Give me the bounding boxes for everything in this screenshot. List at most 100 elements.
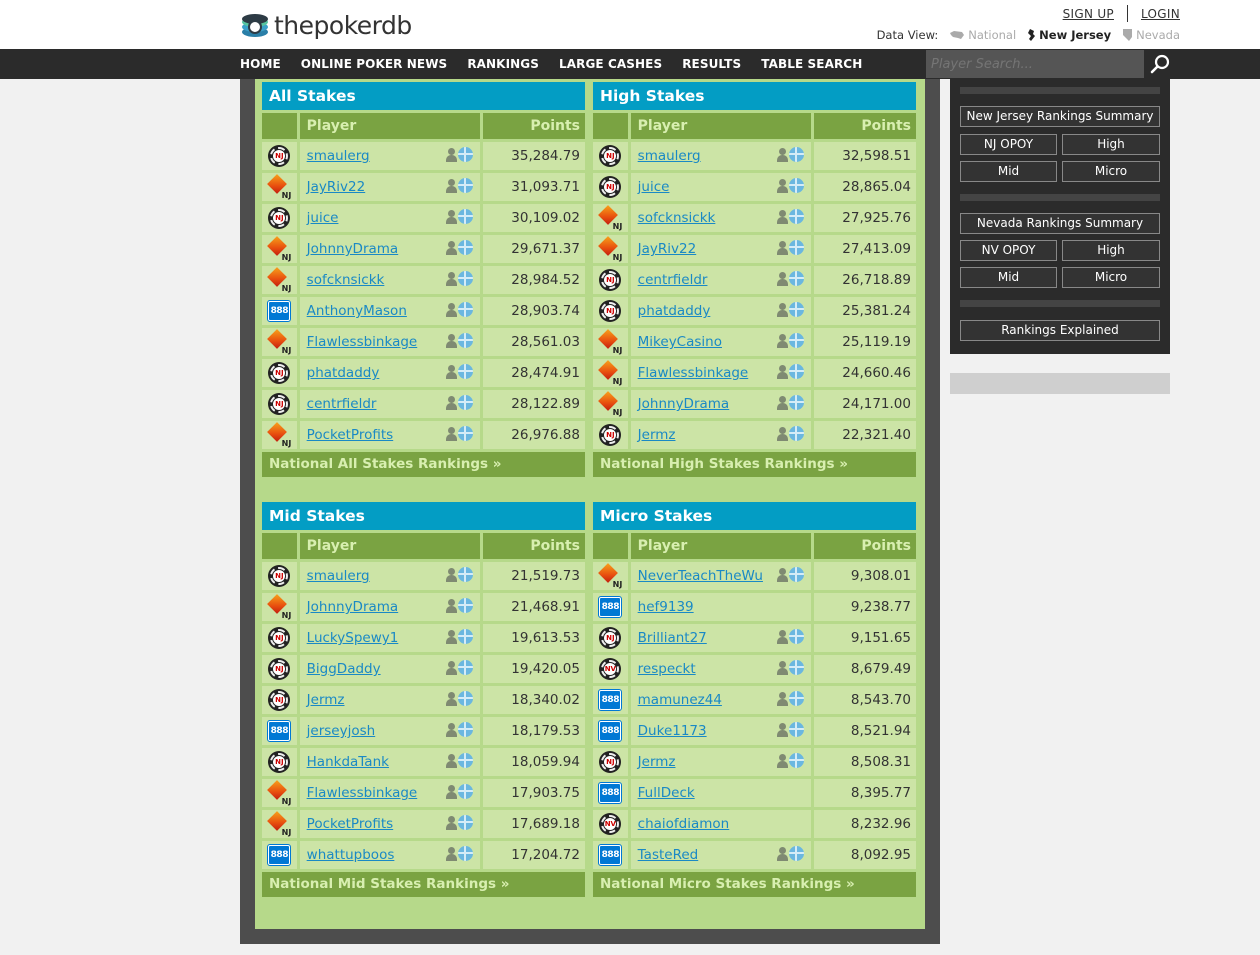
nav-online-poker-news[interactable]: ONLINE POKER NEWS	[301, 57, 448, 71]
player-link[interactable]: LuckySpewy1	[307, 630, 399, 646]
player-network-globe-icon[interactable]	[788, 426, 804, 441]
player-profile-icon[interactable]	[445, 209, 457, 224]
player-profile-icon[interactable]	[776, 846, 788, 861]
player-profile-icon[interactable]	[445, 691, 457, 706]
player-profile-icon[interactable]	[445, 629, 457, 644]
player-network-globe-icon[interactable]	[457, 240, 473, 255]
player-profile-icon[interactable]	[776, 691, 788, 706]
player-network-globe-icon[interactable]	[788, 333, 804, 348]
nv-high-button[interactable]: High	[1062, 240, 1160, 261]
player-link[interactable]: smaulerg	[638, 148, 701, 164]
player-network-globe-icon[interactable]	[457, 395, 473, 410]
player-link[interactable]: sofcknsickk	[638, 210, 716, 226]
data-view-national[interactable]: National	[950, 28, 1016, 42]
player-link[interactable]: TasteRed	[638, 847, 699, 863]
player-network-globe-icon[interactable]	[457, 722, 473, 737]
player-profile-icon[interactable]	[445, 364, 457, 379]
player-network-globe-icon[interactable]	[457, 302, 473, 317]
player-network-globe-icon[interactable]	[788, 691, 804, 706]
player-network-globe-icon[interactable]	[457, 784, 473, 799]
nav-rankings[interactable]: RANKINGS	[467, 57, 539, 71]
player-link[interactable]: JayRiv22	[307, 179, 366, 195]
player-profile-icon[interactable]	[776, 364, 788, 379]
player-profile-icon[interactable]	[445, 147, 457, 162]
player-search-input[interactable]	[926, 50, 1144, 78]
player-network-globe-icon[interactable]	[457, 426, 473, 441]
player-network-globe-icon[interactable]	[457, 567, 473, 582]
nv-rankings-summary-button[interactable]: Nevada Rankings Summary	[960, 213, 1160, 234]
player-network-globe-icon[interactable]	[788, 846, 804, 861]
player-link[interactable]: whattupboos	[307, 847, 395, 863]
nv-micro-button[interactable]: Micro	[1062, 267, 1160, 288]
player-profile-icon[interactable]	[776, 333, 788, 348]
player-network-globe-icon[interactable]	[457, 753, 473, 768]
player-profile-icon[interactable]	[776, 722, 788, 737]
player-network-globe-icon[interactable]	[788, 178, 804, 193]
player-link[interactable]: phatdaddy	[307, 365, 380, 381]
nv-opoy-button[interactable]: NV OPOY	[960, 240, 1057, 261]
player-network-globe-icon[interactable]	[788, 753, 804, 768]
player-network-globe-icon[interactable]	[457, 364, 473, 379]
player-link[interactable]: sofcknsickk	[307, 272, 385, 288]
player-profile-icon[interactable]	[776, 271, 788, 286]
nav-table-search[interactable]: TABLE SEARCH	[761, 57, 862, 71]
player-link[interactable]: hef9139	[638, 599, 694, 615]
player-link[interactable]: AnthonyMason	[307, 303, 407, 319]
login-link[interactable]: LOGIN	[1141, 7, 1180, 21]
player-profile-icon[interactable]	[776, 753, 788, 768]
player-profile-icon[interactable]	[445, 302, 457, 317]
player-profile-icon[interactable]	[445, 240, 457, 255]
player-link[interactable]: juice	[307, 210, 339, 226]
player-link[interactable]: Flawlessbinkage	[307, 334, 418, 350]
player-link[interactable]: PocketProfits	[307, 427, 394, 443]
player-profile-icon[interactable]	[445, 333, 457, 348]
player-network-globe-icon[interactable]	[457, 147, 473, 162]
player-link[interactable]: Flawlessbinkage	[638, 365, 749, 381]
data-view-new-jersey[interactable]: New Jersey	[1028, 28, 1111, 42]
player-profile-icon[interactable]	[445, 815, 457, 830]
signup-link[interactable]: SIGN UP	[1063, 7, 1114, 21]
player-profile-icon[interactable]	[445, 567, 457, 582]
player-profile-icon[interactable]	[776, 178, 788, 193]
search-button[interactable]	[1146, 50, 1174, 78]
player-link[interactable]: Jermz	[638, 427, 676, 443]
player-link[interactable]: chaiofdiamon	[638, 816, 730, 832]
player-profile-icon[interactable]	[776, 426, 788, 441]
player-profile-icon[interactable]	[445, 598, 457, 613]
player-link[interactable]: JayRiv22	[638, 241, 697, 257]
player-profile-icon[interactable]	[776, 395, 788, 410]
national-rankings-link[interactable]: National High Stakes Rankings »	[593, 452, 916, 477]
player-link[interactable]: BiggDaddy	[307, 661, 381, 677]
site-logo[interactable]: thepokerdb	[240, 9, 412, 41]
player-network-globe-icon[interactable]	[788, 302, 804, 317]
player-link[interactable]: juice	[638, 179, 670, 195]
player-profile-icon[interactable]	[445, 395, 457, 410]
player-network-globe-icon[interactable]	[457, 629, 473, 644]
player-profile-icon[interactable]	[445, 660, 457, 675]
player-profile-icon[interactable]	[776, 147, 788, 162]
player-network-globe-icon[interactable]	[788, 722, 804, 737]
player-link[interactable]: Duke1173	[638, 723, 707, 739]
player-link[interactable]: NeverTeachTheWu	[638, 568, 763, 584]
player-link[interactable]: smaulerg	[307, 148, 370, 164]
data-view-nevada[interactable]: Nevada	[1123, 28, 1180, 42]
player-profile-icon[interactable]	[445, 178, 457, 193]
player-profile-icon[interactable]	[445, 784, 457, 799]
player-network-globe-icon[interactable]	[788, 240, 804, 255]
player-network-globe-icon[interactable]	[788, 364, 804, 379]
player-network-globe-icon[interactable]	[457, 271, 473, 286]
nj-opoy-button[interactable]: NJ OPOY	[960, 134, 1057, 155]
player-network-globe-icon[interactable]	[788, 660, 804, 675]
player-network-globe-icon[interactable]	[788, 567, 804, 582]
player-link[interactable]: FullDeck	[638, 785, 695, 801]
player-profile-icon[interactable]	[776, 629, 788, 644]
player-link[interactable]: JohnnyDrama	[307, 241, 399, 257]
national-rankings-link[interactable]: National Micro Stakes Rankings »	[593, 872, 916, 897]
nj-high-button[interactable]: High	[1062, 134, 1160, 155]
player-profile-icon[interactable]	[776, 240, 788, 255]
player-profile-icon[interactable]	[445, 271, 457, 286]
player-profile-icon[interactable]	[776, 209, 788, 224]
nj-mid-button[interactable]: Mid	[960, 161, 1057, 182]
player-network-globe-icon[interactable]	[457, 333, 473, 348]
player-network-globe-icon[interactable]	[457, 660, 473, 675]
